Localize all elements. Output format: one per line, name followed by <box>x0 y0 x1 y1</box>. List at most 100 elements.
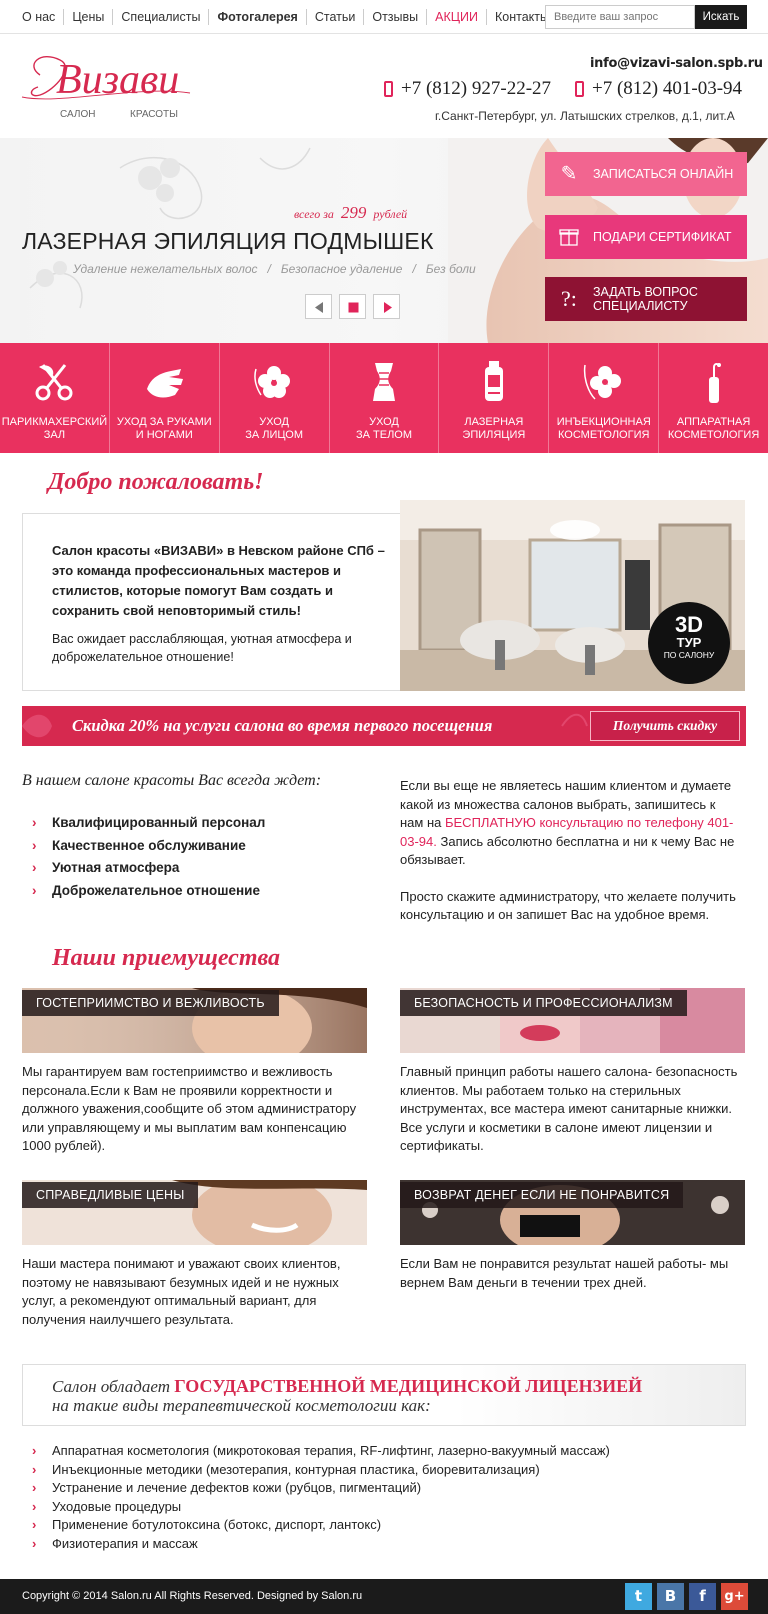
phone-icon <box>575 81 584 97</box>
phone-1[interactable]: +7 (812) 927-22-27 <box>384 78 551 100</box>
footer: Copyright © 2014 Salon.ru All Rights Res… <box>0 1579 768 1614</box>
awaits-title: В нашем салоне красоты Вас всегда ждет: <box>22 772 322 789</box>
phone-2[interactable]: +7 (812) 401-03-94 <box>575 78 742 100</box>
nav-promo[interactable]: АКЦИИ <box>426 9 486 25</box>
slider-stop-button[interactable] <box>339 294 366 319</box>
advantages-title: Наши приемущества <box>52 945 281 971</box>
consultation-text-2: Запись абсолютно бесплатна и ни к чему В… <box>400 833 735 868</box>
promo-prefix: всего за <box>294 207 334 221</box>
service-apparatus-cosmetology[interactable]: АППАРАТНАЯ КОСМЕТОЛОГИЯ <box>659 343 768 453</box>
nav-specialists[interactable]: Специалисты <box>112 9 208 25</box>
hero-sub-3: Без боли <box>425 262 476 276</box>
list-item: Инъекционные методики (мезотерапия, конт… <box>30 1461 610 1480</box>
advantage-prices-image: СПРАВЕДЛИВЫЕ ЦЕНЫ <box>22 1180 367 1245</box>
ask-specialist-button[interactable]: ?: ЗАДАТЬ ВОПРОС СПЕЦИАЛИСТУ <box>545 277 747 321</box>
arrow-left-icon <box>315 302 323 313</box>
phone-2-number: +7 (812) 401-03-94 <box>592 78 743 99</box>
list-item: Аппаратная косметология (микротоковая те… <box>30 1442 610 1461</box>
advantage-text: Мы гарантируем вам гостеприимство и вежл… <box>22 1064 357 1153</box>
salon-logo[interactable]: Визави САЛОН КРАСОТЫ <box>20 45 200 125</box>
hero-title: ЛАЗЕРНАЯ ЭПИЛЯЦИЯ ПОДМЫШЕК <box>22 228 434 254</box>
search-button[interactable]: Искать <box>695 5 747 29</box>
license-list: Аппаратная косметология (микротоковая те… <box>30 1442 610 1553</box>
book-online-label: ЗАПИСАТЬСЯ ОНЛАЙН <box>593 167 734 181</box>
list-item: Применение ботулотоксина (ботокс, диспор… <box>30 1516 610 1535</box>
logo-wordmark: Визави <box>56 57 179 103</box>
hero-sub-2: Безопасное удаление <box>280 262 403 276</box>
service-label: АППАРАТНАЯ КОСМЕТОЛОГИЯ <box>667 416 760 441</box>
nav-reviews[interactable]: Отзывы <box>363 9 426 25</box>
stop-icon <box>348 302 359 313</box>
license-prefix: Салон обладает <box>52 1377 175 1396</box>
welcome-title: Добро пожаловать! <box>48 469 264 495</box>
service-label: УХОД ЗА РУКАМИ И НОГАМИ <box>116 416 212 441</box>
tour-label: ТУР <box>676 635 702 650</box>
hand-icon <box>147 369 184 398</box>
advantage-label: ВОЗВРАТ ДЕНЕГ ЕСЛИ НЕ ПОНРАВИТСЯ <box>400 1182 684 1208</box>
welcome-intro: Салон красоты «ВИЗАВИ» в Невском районе … <box>52 543 385 618</box>
logo-sub-right: КРАСОТЫ <box>130 109 178 120</box>
gift-certificate-button[interactable]: ПОДАРИ СЕРТИФИКАТ <box>545 215 747 259</box>
service-hair-salon[interactable]: ПАРИКМАХЕРСКИЙ ЗАЛ <box>0 343 110 453</box>
slider-prev-button[interactable] <box>305 294 332 319</box>
hero-sub-sep: / <box>267 262 271 276</box>
service-label: ПАРИКМАХЕРСКИЙ ЗАЛ <box>1 416 108 441</box>
tour-sub-label: ПО САЛОНУ <box>663 650 715 660</box>
hero-sub-1: Удаление нежелательных волос <box>73 262 258 276</box>
gift-icon <box>557 225 581 249</box>
license-title-line2: на такие виды терапевтической косметолог… <box>52 1396 431 1415</box>
logo-sub-left: САЛОН <box>60 109 95 120</box>
apparatus-icon <box>708 363 721 403</box>
license-highlight: ГОСУДАРСТВЕННОЙ МЕДИЦИНСКОЙ ЛИЦЕНЗИЕЙ <box>174 1376 643 1396</box>
slider-controls <box>305 294 400 319</box>
promo-price-value: 299 <box>340 203 367 222</box>
corset-icon <box>373 363 395 401</box>
injection-flower-icon <box>583 364 621 400</box>
nav-about[interactable]: О нас <box>18 9 63 25</box>
header-email[interactable]: info@vizavi-salon.spb.ru <box>590 56 763 71</box>
flower-face-icon <box>254 366 291 398</box>
nav-gallery[interactable]: Фотогалерея <box>208 9 305 25</box>
service-label: УХОД ЗА ЛИЦОМ <box>245 416 304 441</box>
service-hands-feet[interactable]: УХОД ЗА РУКАМИ И НОГАМИ <box>110 343 220 453</box>
3d-tour-button[interactable]: 3D ТУР ПО САЛОНУ <box>648 602 730 684</box>
facebook-icon[interactable]: f <box>689 1583 716 1610</box>
promo-suffix: рублей <box>373 207 408 221</box>
copyright: Copyright © 2014 Salon.ru All Rights Res… <box>22 1590 363 1602</box>
vk-icon[interactable]: B <box>657 1583 684 1610</box>
service-face-care[interactable]: УХОД ЗА ЛИЦОМ <box>220 343 330 453</box>
phone-1-number: +7 (812) 927-22-27 <box>401 78 552 99</box>
laser-device-icon <box>484 361 503 401</box>
search-input[interactable] <box>545 5 695 29</box>
service-body-care[interactable]: УХОД ЗА ТЕЛОМ <box>330 343 440 453</box>
google-plus-icon[interactable]: g+ <box>721 1583 748 1610</box>
list-item: Уютная атмосфера <box>30 857 265 880</box>
advantage-label: ГОСТЕПРИИМСТВО И ВЕЖЛИВОСТЬ <box>22 990 279 1016</box>
book-online-button[interactable]: ✎ ЗАПИСАТЬСЯ ОНЛАЙН <box>545 152 747 196</box>
get-discount-button[interactable]: Получить скидку <box>590 711 740 741</box>
advantage-text: Если Вам не понравится результат нашей р… <box>400 1256 729 1290</box>
twitter-icon[interactable]: t <box>625 1583 652 1610</box>
question-icon: ?: <box>561 286 577 311</box>
list-item: Устранение и лечение дефектов кожи (рубц… <box>30 1479 610 1498</box>
advantage-text: Главный принцип работы нашего салона- бе… <box>400 1064 738 1153</box>
gift-certificate-label: ПОДАРИ СЕРТИФИКАТ <box>593 230 732 244</box>
consultation-text: Если вы еще не являетесь нашим клиентом … <box>400 777 740 925</box>
list-item: Физиотерапия и массаж <box>30 1535 610 1554</box>
tour-3d-label: 3D <box>674 612 704 637</box>
consultation-text-3: Просто скажите администратору, что желае… <box>400 888 736 923</box>
hero-sub-sep: / <box>412 262 416 276</box>
service-injection-cosmetology[interactable]: ИНЪЕКЦИОННАЯ КОСМЕТОЛОГИЯ <box>549 343 660 453</box>
list-item: Качественное обслуживание <box>30 835 265 858</box>
welcome-atmosphere: Вас ожидает расслабляющая, уютная атмосф… <box>52 632 352 664</box>
awaits-list: Квалифицированный персонал Качественное … <box>30 812 265 902</box>
phone-icon <box>384 81 393 97</box>
nav-articles[interactable]: Статьи <box>305 9 364 25</box>
slider-next-button[interactable] <box>373 294 400 319</box>
ask-specialist-label: ЗАДАТЬ ВОПРОС СПЕЦИАЛИСТУ <box>593 285 698 313</box>
nav-prices[interactable]: Цены <box>63 9 112 25</box>
service-laser-epilation[interactable]: ЛАЗЕРНАЯ ЭПИЛЯЦИЯ <box>439 343 550 453</box>
license-title-line1: Салон обладает ГОСУДАРСТВЕННОЙ МЕДИЦИНСК… <box>52 1376 642 1397</box>
list-item: Доброжелательное отношение <box>30 880 265 903</box>
arrow-right-icon <box>384 302 392 313</box>
